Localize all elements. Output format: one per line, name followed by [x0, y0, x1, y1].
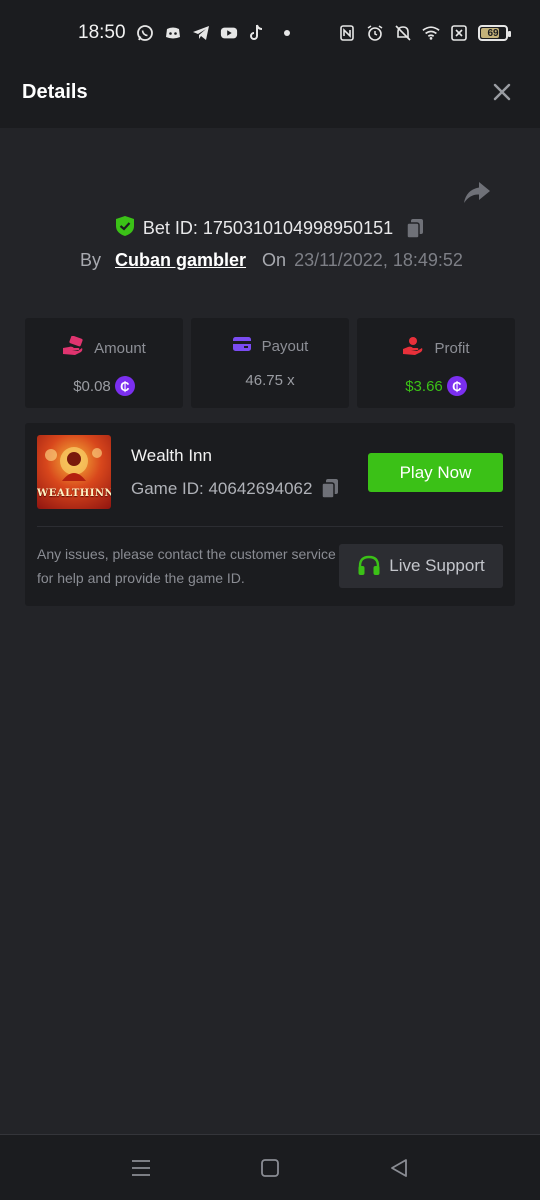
stat-label: Payout [261, 337, 309, 355]
youtube-icon [220, 24, 238, 42]
profit-hand-icon [402, 336, 424, 360]
amount-hand-icon [62, 335, 84, 360]
details-header: Details [0, 56, 540, 128]
coin-icon: ₵ [446, 376, 467, 396]
stat-payout: Payout 46.75 x [191, 318, 349, 408]
share-arrow-icon [464, 182, 490, 203]
close-icon [493, 83, 511, 101]
page-title: Details [22, 80, 88, 103]
home-square-icon [261, 1159, 279, 1177]
on-label: On [262, 250, 287, 270]
back-button[interactable] [388, 1157, 412, 1179]
system-nav-bar [0, 1134, 540, 1200]
verified-shield-icon [115, 215, 135, 242]
status-time: 18:50 [78, 22, 126, 43]
stat-label: Amount [94, 339, 146, 357]
battery-indicator: 69 [478, 25, 511, 41]
alarm-icon [366, 24, 384, 42]
bet-date: 23/11/2022, 18:49:52 [294, 250, 463, 270]
notification-icons [136, 24, 290, 42]
status-bar: 18:50 69 [0, 0, 540, 56]
game-id: Game ID: 40642694062 [131, 479, 313, 498]
copy-icon [406, 218, 424, 239]
copy-bet-id-button[interactable] [405, 218, 425, 240]
divider [37, 526, 503, 527]
play-now-button[interactable]: Play Now [368, 453, 503, 492]
stat-label: Profit [434, 339, 470, 357]
more-notifications-dot [284, 30, 290, 36]
bet-stats: Amount $0.08 ₵ Payout 46.75 x Profit $3.… [25, 318, 515, 408]
mute-bell-icon [394, 24, 412, 42]
support-hint-text: Any issues, please contact the customer … [37, 546, 336, 586]
back-triangle-icon [391, 1159, 407, 1177]
copy-game-id-button[interactable] [320, 478, 340, 500]
game-id-row: Game ID: 40642694062 [131, 478, 340, 500]
copy-icon [321, 479, 339, 499]
share-button[interactable] [462, 180, 492, 206]
recent-apps-button[interactable] [130, 1157, 154, 1179]
username-link[interactable]: Cuban gambler [115, 250, 246, 271]
home-button[interactable] [259, 1157, 283, 1179]
nfc-icon [338, 24, 356, 42]
telegram-icon [192, 24, 210, 42]
stat-value: 46.75 x [245, 372, 295, 389]
stat-value: $0.08 [73, 377, 111, 395]
bet-author-row: By Cuban gambler On 23/11/2022, 18:49:52 [80, 250, 463, 271]
wallet-card-icon [232, 336, 252, 356]
wifi-icon [422, 24, 440, 42]
stat-amount: Amount $0.08 ₵ [25, 318, 183, 408]
game-thumbnail[interactable]: WEALTHINN [37, 435, 111, 509]
game-name: Wealth Inn [131, 446, 212, 465]
by-label: By [80, 250, 102, 270]
headset-icon [357, 555, 381, 577]
stat-value: $3.66 [405, 377, 443, 395]
whatsapp-icon [136, 24, 154, 42]
bet-id-row: Bet ID: 1750310104998950151 [0, 215, 540, 242]
close-button[interactable] [490, 80, 514, 104]
live-support-label: Live Support [389, 556, 485, 575]
discord-icon [164, 24, 182, 42]
live-support-button[interactable]: Live Support [339, 544, 503, 588]
tiktok-icon [248, 24, 266, 42]
menu-icon [132, 1160, 150, 1176]
coin-icon: ₵ [114, 376, 135, 396]
game-logo-text: WEALTHINN [37, 488, 111, 499]
system-icons: 69 [338, 24, 511, 42]
game-card: WEALTHINN Wealth Inn Game ID: 4064269406… [25, 423, 515, 606]
no-sim-icon [450, 24, 468, 42]
battery-level: 69 [487, 27, 499, 39]
stat-profit: Profit $3.66 ₵ [357, 318, 515, 408]
bet-id: Bet ID: 1750310104998950151 [142, 218, 394, 238]
